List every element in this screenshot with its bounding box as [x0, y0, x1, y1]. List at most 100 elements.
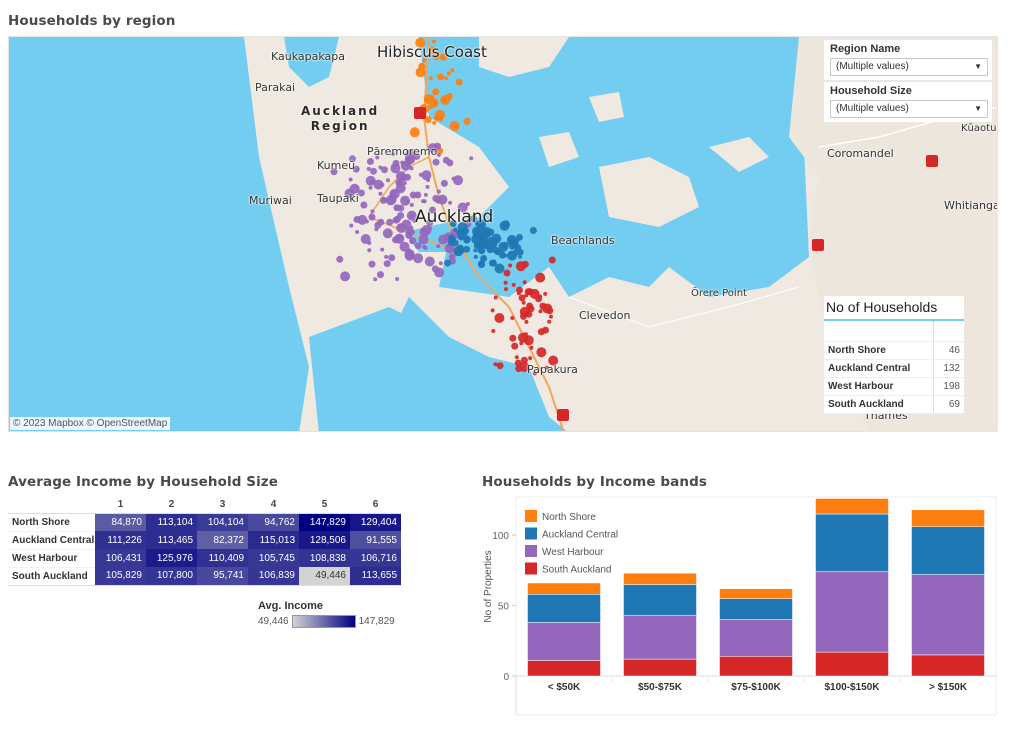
household-point[interactable] — [432, 120, 437, 125]
household-point[interactable] — [428, 105, 433, 110]
bar-segment[interactable] — [911, 654, 985, 677]
household-point[interactable] — [516, 291, 521, 296]
legend-swatch[interactable] — [525, 510, 537, 522]
heatmap-cell[interactable]: 110,409 — [197, 549, 248, 567]
map-attribution[interactable]: © 2023 Mapbox © OpenStreetMap — [10, 417, 171, 430]
table-row[interactable]: North Shore 46 — [824, 341, 964, 360]
chevron-down-icon[interactable]: ▼ — [974, 62, 982, 71]
bar-segment[interactable] — [911, 509, 985, 527]
household-point[interactable] — [491, 329, 496, 333]
household-point[interactable] — [449, 121, 460, 131]
household-point[interactable] — [446, 159, 454, 167]
household-point[interactable] — [355, 230, 360, 234]
legend-label[interactable]: South Auckland — [542, 565, 612, 576]
bar-segment[interactable] — [815, 651, 889, 677]
household-point[interactable] — [503, 269, 511, 277]
household-point[interactable] — [421, 170, 432, 181]
heatmap-cell[interactable]: 128,506 — [299, 531, 350, 549]
household-point[interactable] — [498, 242, 509, 252]
bar-segment[interactable] — [719, 619, 793, 657]
household-point[interactable] — [432, 88, 440, 96]
household-point[interactable] — [463, 236, 471, 244]
household-point[interactable] — [476, 233, 481, 237]
heatmap-cell[interactable]: 105,745 — [248, 549, 299, 567]
household-point[interactable] — [381, 166, 388, 174]
household-point[interactable] — [522, 280, 527, 285]
household-point[interactable] — [400, 195, 411, 206]
household-point[interactable] — [395, 277, 400, 281]
legend-label[interactable]: West Harbour — [542, 547, 604, 558]
household-point[interactable] — [477, 246, 485, 254]
household-point[interactable] — [434, 267, 445, 278]
household-point[interactable] — [549, 314, 553, 319]
household-point[interactable] — [511, 282, 516, 287]
household-point[interactable] — [436, 244, 441, 249]
bar-segment[interactable] — [623, 572, 697, 585]
household-point[interactable] — [424, 256, 435, 267]
household-point[interactable] — [425, 184, 430, 189]
household-point[interactable] — [423, 192, 428, 197]
household-point[interactable] — [535, 272, 546, 283]
household-point[interactable] — [438, 261, 443, 266]
household-point[interactable] — [366, 166, 371, 171]
household-point[interactable] — [360, 201, 368, 209]
household-point[interactable] — [480, 255, 488, 262]
heatmap-cell[interactable]: 94,762 — [248, 512, 299, 531]
household-point[interactable] — [453, 175, 463, 186]
household-point[interactable] — [437, 73, 445, 81]
bar-segment[interactable] — [815, 513, 889, 572]
household-point[interactable] — [490, 308, 495, 313]
household-point[interactable] — [407, 228, 415, 236]
household-point[interactable] — [473, 244, 478, 249]
household-point[interactable] — [448, 200, 453, 205]
household-point[interactable] — [498, 251, 506, 259]
household-point[interactable] — [520, 312, 527, 320]
table-row[interactable]: Auckland Central 132 — [824, 359, 964, 378]
household-point[interactable] — [409, 239, 414, 244]
household-point[interactable] — [377, 218, 385, 226]
legend-label[interactable]: Auckland Central — [542, 530, 618, 541]
bar-segment[interactable] — [719, 656, 793, 677]
household-point[interactable] — [386, 178, 390, 183]
table-row[interactable]: West Harbour 198 — [824, 377, 964, 396]
heatmap-cell[interactable]: 125,976 — [146, 549, 197, 567]
household-point[interactable] — [392, 216, 400, 224]
heatmap-cell[interactable]: 108,838 — [299, 549, 350, 567]
heatmap-cell[interactable]: 104,104 — [197, 512, 248, 531]
table-row[interactable]: South Auckland 69 — [824, 395, 964, 414]
bar-segment[interactable] — [527, 622, 601, 661]
household-point[interactable] — [503, 280, 508, 285]
legend-label[interactable]: North Shore — [542, 512, 596, 523]
household-point[interactable] — [493, 295, 498, 300]
household-point[interactable] — [423, 245, 428, 250]
household-point[interactable] — [502, 220, 510, 228]
heatmap-cell[interactable]: 113,104 — [146, 512, 197, 531]
household-point[interactable] — [483, 239, 494, 250]
household-point[interactable] — [438, 234, 449, 245]
household-point[interactable] — [414, 191, 422, 199]
bar-segment[interactable] — [527, 594, 601, 623]
chevron-down-icon[interactable]: ▼ — [974, 104, 982, 113]
household-point[interactable] — [455, 78, 463, 86]
household-point[interactable] — [436, 189, 441, 194]
household-point[interactable] — [389, 188, 400, 199]
household-point[interactable] — [421, 199, 426, 204]
heatmap-cell[interactable]: 105,829 — [95, 567, 146, 586]
household-point[interactable] — [453, 227, 458, 232]
household-point[interactable] — [422, 228, 427, 233]
household-point[interactable] — [394, 207, 399, 211]
household-point[interactable] — [378, 191, 383, 196]
household-point[interactable] — [367, 248, 372, 253]
household-point[interactable] — [426, 178, 430, 182]
household-point[interactable] — [447, 71, 451, 76]
heatmap-cell[interactable]: 91,555 — [350, 531, 401, 549]
household-point[interactable] — [435, 109, 445, 120]
household-point[interactable] — [444, 76, 449, 81]
household-point[interactable] — [423, 94, 434, 105]
heatmap-cell[interactable]: 106,716 — [350, 549, 401, 567]
household-point[interactable] — [436, 152, 441, 157]
household-point[interactable] — [480, 229, 490, 240]
household-point[interactable] — [543, 291, 548, 296]
bar-segment[interactable] — [911, 526, 985, 575]
household-point[interactable] — [440, 179, 448, 187]
